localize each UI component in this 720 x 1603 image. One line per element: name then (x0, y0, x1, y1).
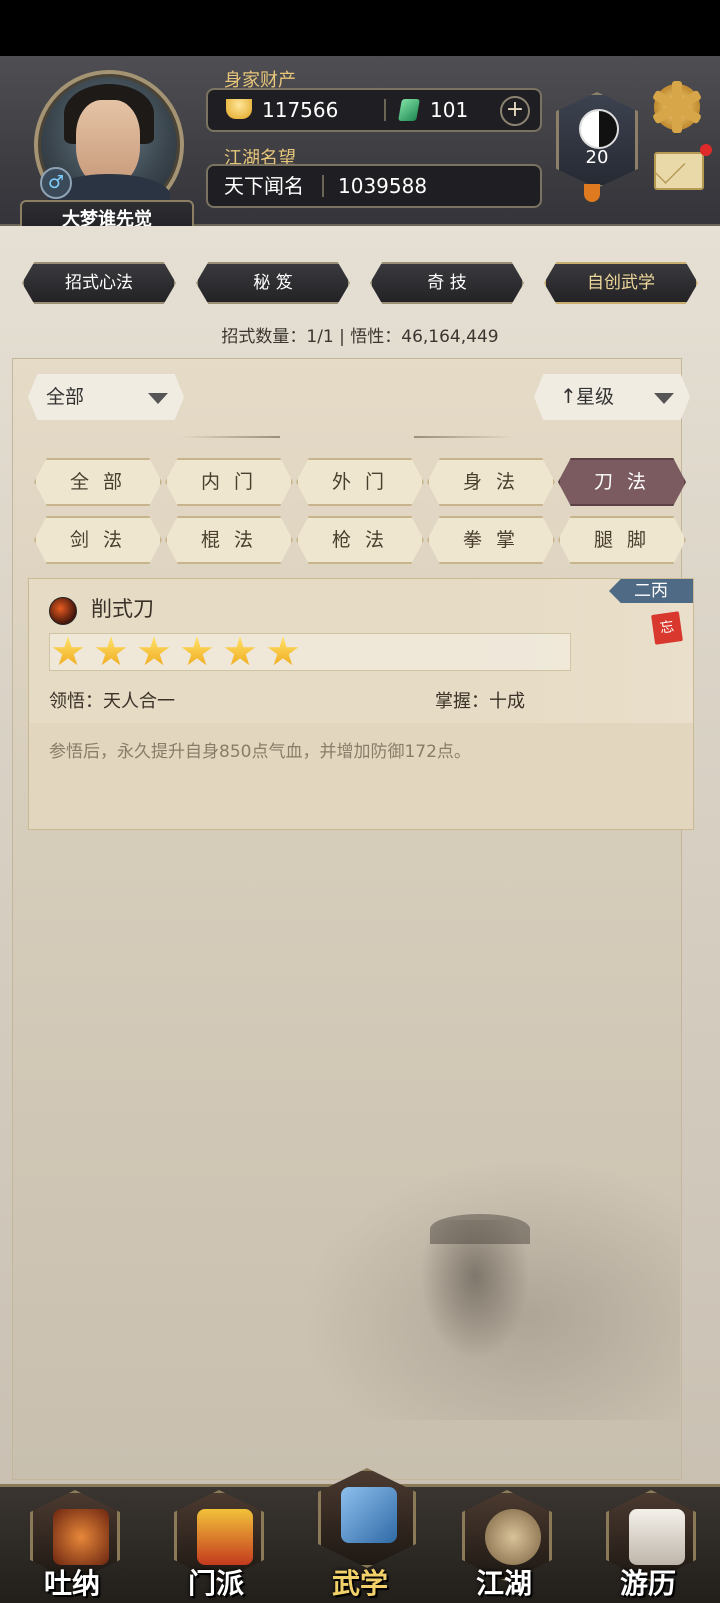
horse-icon (629, 1509, 685, 1565)
mastery-level: 掌握：十成 (435, 691, 525, 712)
blade-skill-icon (49, 597, 77, 625)
nav-label: 游历 (619, 1567, 676, 1600)
chevron-down-icon (654, 393, 674, 404)
star-icon (267, 636, 299, 666)
scroll-book-icon (341, 1487, 397, 1543)
chevron-down-icon (148, 393, 168, 404)
filter-spear[interactable]: 枪 法 (296, 516, 424, 564)
nav-travel[interactable]: 游历 (600, 1490, 696, 1600)
martial-tabs: 招式心法 秘 笈 奇 技 自创武学 (0, 262, 720, 304)
nav-martial-arts[interactable]: 武学 (312, 1468, 416, 1600)
filter-sword[interactable]: 剑 法 (34, 516, 162, 564)
divider (384, 99, 386, 121)
star-icon (138, 636, 170, 666)
tassel-ornament (584, 184, 600, 202)
sect-banner-icon (197, 1509, 253, 1565)
skill-description: 参悟后，永久提升自身850点气血，并增加防御172点。 (49, 742, 471, 762)
add-currency-button[interactable]: + (500, 96, 530, 126)
skill-name: 削式刀 (91, 597, 154, 621)
tab-secret-manual[interactable]: 秘 笈 (196, 262, 350, 304)
category-dropdown-value: 全部 (46, 386, 85, 408)
filter-blade[interactable]: 刀 法 (558, 458, 686, 506)
star-icon (224, 636, 256, 666)
filter-movement[interactable]: 身 法 (427, 458, 555, 506)
nav-breathing[interactable]: 吐纳 (24, 1490, 120, 1600)
gender-male-icon: ♂ (40, 167, 72, 199)
meditation-icon (53, 1509, 109, 1565)
nav-label: 武学 (331, 1567, 388, 1600)
nav-label: 江湖 (475, 1567, 532, 1600)
mail-envelope-icon[interactable] (654, 152, 704, 190)
filter-staff[interactable]: 棍 法 (165, 516, 293, 564)
level-badge[interactable]: 20 (556, 92, 638, 188)
filter-inner[interactable]: 内 门 (165, 458, 293, 506)
divider-ornament (414, 436, 514, 438)
divider-ornament (180, 436, 280, 438)
nav-sect[interactable]: 门派 (168, 1490, 264, 1600)
swordsman-silhouette (420, 1220, 530, 1360)
star-icon (52, 636, 84, 666)
settings-gear-icon[interactable] (651, 81, 703, 133)
rank-tag: 二丙 (609, 579, 693, 603)
filter-outer[interactable]: 外 门 (296, 458, 424, 506)
tab-self-created[interactable]: 自创武学 (544, 262, 698, 304)
nav-label: 吐纳 (43, 1567, 100, 1600)
tab-moves[interactable]: 招式心法 (22, 262, 176, 304)
yin-yang-icon (579, 109, 619, 149)
notification-dot (700, 144, 712, 156)
sort-dropdown[interactable]: ↑ 星级 (534, 374, 690, 420)
filter-fist[interactable]: 拳 掌 (427, 516, 555, 564)
filter-leg[interactable]: 腿 脚 (558, 516, 686, 564)
tab-special-skills[interactable]: 奇 技 (370, 262, 524, 304)
sort-arrow-up-icon: ↑ (560, 384, 577, 408)
wealth-bar: 117566 101 + (206, 88, 542, 132)
reputation-value: 1039588 (338, 174, 428, 198)
gold-amount: 117566 (262, 98, 339, 122)
skill-card[interactable]: 削式刀 二丙 忘 领悟：天人合一 掌握：十成 参悟后，永久提升自身850点气血，… (28, 578, 694, 830)
straw-hat-icon (485, 1509, 541, 1565)
nav-frame (318, 1468, 416, 1568)
skill-stats: 招式数量：1/1 | 悟性：46,164,449 (221, 327, 499, 347)
star-icon (181, 636, 213, 666)
star-rating (49, 633, 571, 671)
reputation-bar: 天下闻名 1039588 (206, 164, 542, 208)
filter-all[interactable]: 全 部 (34, 458, 162, 506)
jade-icon (398, 99, 420, 121)
jade-amount: 101 (430, 98, 469, 122)
status-bar (0, 0, 720, 56)
gold-ingot-icon (226, 99, 252, 119)
level-number: 20 (585, 147, 609, 168)
sort-dropdown-value: 星级 (576, 386, 615, 408)
forget-seal-icon[interactable]: 忘 (651, 611, 683, 645)
comprehension-level: 领悟：天人合一 (49, 691, 175, 712)
nav-label: 门派 (187, 1567, 244, 1600)
nav-jianghu[interactable]: 江湖 (456, 1490, 552, 1600)
star-icon (95, 636, 127, 666)
divider (322, 175, 324, 197)
category-dropdown[interactable]: 全部 (28, 374, 184, 420)
reputation-title: 天下闻名 (224, 174, 304, 198)
